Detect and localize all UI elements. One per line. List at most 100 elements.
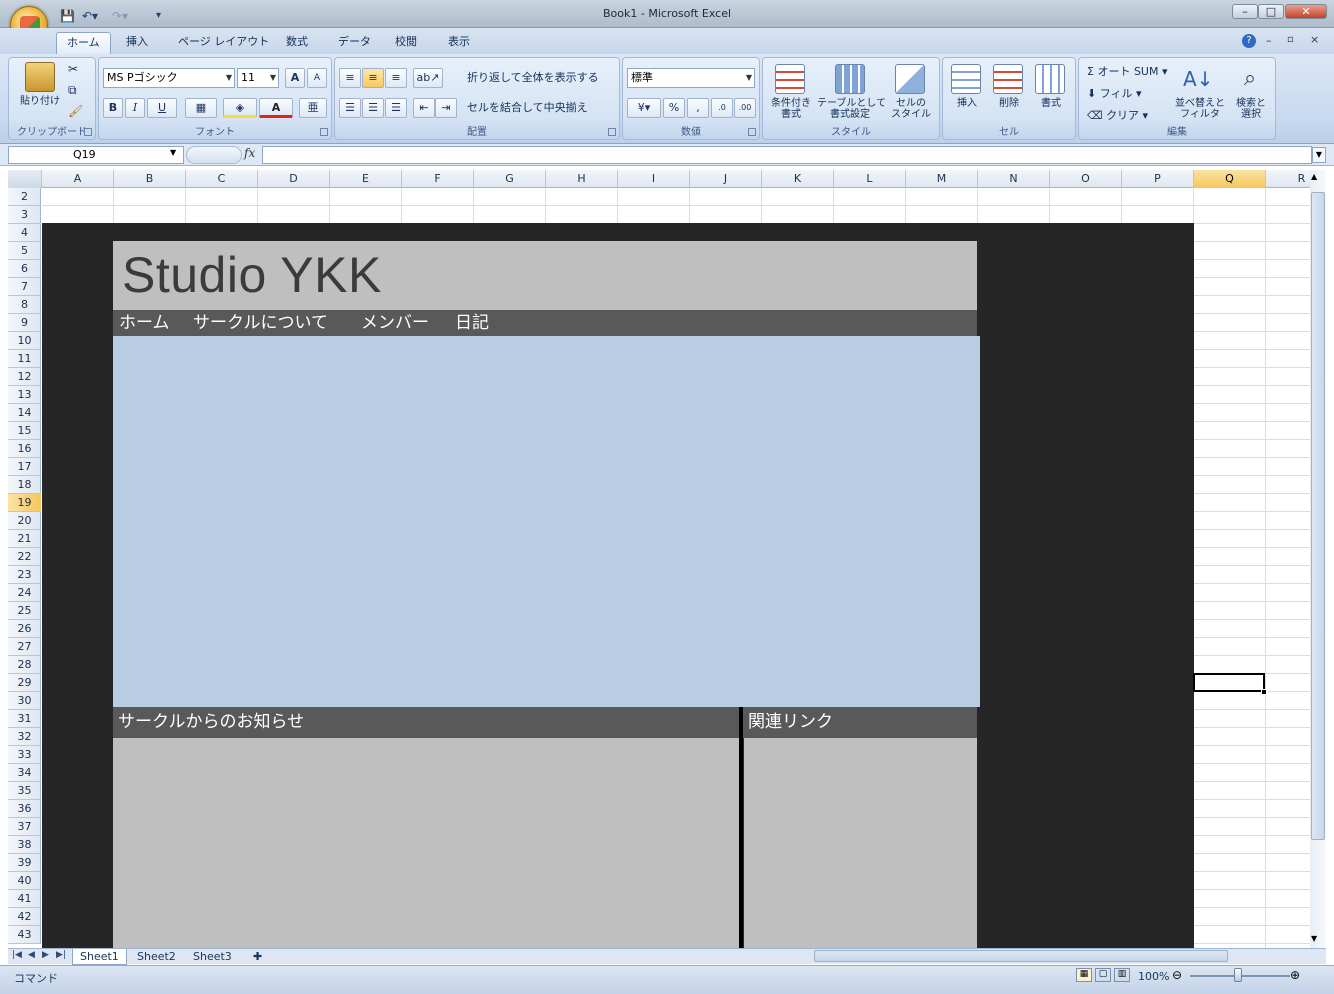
column-header[interactable]: M xyxy=(906,170,978,188)
comma-button[interactable]: , xyxy=(687,98,709,118)
paste-button[interactable]: 貼り付け xyxy=(15,96,65,107)
row-header[interactable]: 16 xyxy=(8,440,41,458)
column-header[interactable]: A xyxy=(42,170,114,188)
column-header[interactable]: Q xyxy=(1194,170,1266,188)
customize-qat-icon[interactable]: ▾ xyxy=(156,8,161,24)
sheet-tab-2[interactable]: Sheet2 xyxy=(130,949,183,965)
row-header[interactable]: 4 xyxy=(8,224,41,242)
column-header[interactable]: D xyxy=(258,170,330,188)
find-select-button[interactable]: 検索と 選択 xyxy=(1229,98,1273,120)
fill-handle[interactable] xyxy=(1261,689,1267,695)
row-header[interactable]: 14 xyxy=(8,404,41,422)
row-header[interactable]: 32 xyxy=(8,728,41,746)
undo-icon[interactable]: ↶▾ xyxy=(82,8,98,24)
row-header[interactable]: 21 xyxy=(8,530,41,548)
row-header[interactable]: 7 xyxy=(8,278,41,296)
expand-formula-icon[interactable]: ▼ xyxy=(1312,147,1326,163)
row-header[interactable]: 31 xyxy=(8,710,41,728)
row-header[interactable]: 39 xyxy=(8,854,41,872)
row-header[interactable]: 13 xyxy=(8,386,41,404)
row-header[interactable]: 8 xyxy=(8,296,41,314)
fill-color-icon[interactable]: ◈ xyxy=(223,98,257,118)
row-header[interactable]: 28 xyxy=(8,656,41,674)
column-header[interactable]: K xyxy=(762,170,834,188)
tab-home[interactable]: ホーム xyxy=(56,32,111,54)
row-header[interactable]: 27 xyxy=(8,638,41,656)
cell-styles-button[interactable]: セルの スタイル xyxy=(885,98,937,120)
column-header[interactable]: E xyxy=(330,170,402,188)
borders-icon[interactable]: ▦ xyxy=(185,98,217,118)
row-header[interactable]: 26 xyxy=(8,620,41,638)
close-button[interactable]: ✕ xyxy=(1285,4,1327,19)
row-header[interactable]: 36 xyxy=(8,800,41,818)
row-header[interactable]: 2 xyxy=(8,188,41,206)
row-header[interactable]: 5 xyxy=(8,242,41,260)
column-header[interactable]: R xyxy=(1266,170,1310,188)
tab-page-layout[interactable]: ページ レイアウト xyxy=(168,32,279,54)
maximize-button[interactable]: □ xyxy=(1258,4,1284,19)
sort-filter-button[interactable]: 並べ替えと フィルタ xyxy=(1171,98,1229,120)
column-header[interactable]: L xyxy=(834,170,906,188)
column-header[interactable]: P xyxy=(1122,170,1194,188)
row-header[interactable]: 35 xyxy=(8,782,41,800)
align-middle-icon[interactable]: ≡ xyxy=(362,68,384,88)
grow-font-icon[interactable]: A xyxy=(285,68,305,88)
row-header[interactable]: 20 xyxy=(8,512,41,530)
row-header[interactable]: 23 xyxy=(8,566,41,584)
format-button[interactable]: 書式 xyxy=(1031,98,1071,109)
row-header[interactable]: 6 xyxy=(8,260,41,278)
font-size-select[interactable]: 11 ▼ xyxy=(237,68,279,88)
zoom-level[interactable]: 100% xyxy=(1138,970,1169,983)
row-header[interactable]: 24 xyxy=(8,584,41,602)
ribbon-restore-icon[interactable]: ▫ xyxy=(1287,34,1294,45)
help-icon[interactable]: ? xyxy=(1242,34,1256,48)
row-header[interactable]: 42 xyxy=(8,908,41,926)
insert-function-button[interactable]: fx xyxy=(244,146,255,160)
font-launcher-icon[interactable] xyxy=(320,128,328,136)
zoom-out-icon[interactable]: ⊖ xyxy=(1172,968,1182,982)
column-header[interactable]: J xyxy=(690,170,762,188)
align-left-icon[interactable]: ☰ xyxy=(339,98,361,118)
scroll-down-icon[interactable]: ▼ xyxy=(1311,934,1317,943)
row-header[interactable]: 17 xyxy=(8,458,41,476)
zoom-slider-knob[interactable] xyxy=(1234,968,1242,982)
font-color-icon[interactable]: A xyxy=(259,98,293,118)
column-header[interactable]: N xyxy=(978,170,1050,188)
delete-button[interactable]: 削除 xyxy=(989,98,1029,109)
row-header[interactable]: 25 xyxy=(8,602,41,620)
sheet-tab-1[interactable]: Sheet1 xyxy=(72,949,127,965)
percent-button[interactable]: % xyxy=(663,98,685,118)
redo-icon[interactable]: ↷▾ xyxy=(112,8,128,24)
save-icon[interactable]: 💾 xyxy=(60,8,75,24)
select-all-button[interactable] xyxy=(8,170,42,188)
row-header[interactable]: 15 xyxy=(8,422,41,440)
row-header[interactable]: 40 xyxy=(8,872,41,890)
font-name-select[interactable]: MS Pゴシック ▼ xyxy=(103,68,235,88)
row-header[interactable]: 29 xyxy=(8,674,41,692)
clipboard-launcher-icon[interactable] xyxy=(84,128,92,136)
tab-view[interactable]: 表示 xyxy=(438,32,480,54)
row-header[interactable]: 12 xyxy=(8,368,41,386)
column-header[interactable]: C xyxy=(186,170,258,188)
increase-indent-icon[interactable]: ⇥ xyxy=(435,98,457,118)
column-header[interactable]: B xyxy=(114,170,186,188)
orientation-icon[interactable]: ab↗ xyxy=(413,68,443,88)
row-header[interactable]: 34 xyxy=(8,764,41,782)
wrap-text-button[interactable]: 折り返して全体を表示する xyxy=(467,72,599,83)
merge-center-button[interactable]: セルを結合して中央揃え xyxy=(467,102,588,113)
increase-decimal-icon[interactable]: .0 xyxy=(711,98,733,118)
sheet-tab-3[interactable]: Sheet3 xyxy=(186,949,239,965)
decrease-indent-icon[interactable]: ⇤ xyxy=(413,98,435,118)
column-header[interactable]: O xyxy=(1050,170,1122,188)
row-header[interactable]: 41 xyxy=(8,890,41,908)
row-header[interactable]: 3 xyxy=(8,206,41,224)
active-cell[interactable] xyxy=(1193,673,1265,692)
zoom-in-icon[interactable]: ⊕ xyxy=(1290,968,1300,982)
row-header[interactable]: 18 xyxy=(8,476,41,494)
minimize-button[interactable]: – xyxy=(1232,4,1258,19)
insert-sheet-icon[interactable]: ✚ xyxy=(246,949,269,965)
row-header[interactable]: 19 xyxy=(8,494,41,512)
align-right-icon[interactable]: ☰ xyxy=(385,98,407,118)
row-header[interactable]: 38 xyxy=(8,836,41,854)
fill-button[interactable]: ⬇ フィル ▾ xyxy=(1087,88,1142,99)
